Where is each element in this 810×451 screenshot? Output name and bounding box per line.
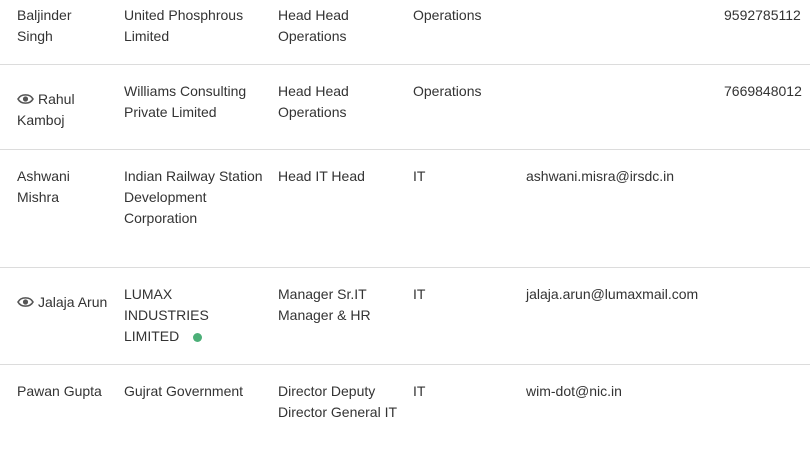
email-link[interactable]: wim-dot@nic.in [526,383,622,399]
job-title: Head IT Head [278,166,398,187]
table-row[interactable]: Baljinder Singh United Phosphrous Limite… [0,0,810,65]
contact-name-text: Jalaja Arun [38,294,108,310]
department-text: IT [413,168,426,184]
company-name: LUMAX INDUSTRIES LIMITED [124,284,220,347]
department: Operations [413,5,513,26]
phone: 7669848012 [724,81,810,102]
email-link[interactable]: jalaja.arun@lumaxmail.com [526,286,698,302]
company-name: Williams Consulting Private Limited [124,81,264,123]
job-title-text: Head Head Operations [278,83,349,120]
department-text: IT [413,383,426,399]
contact-name[interactable]: Baljinder Singh [17,5,109,47]
company-name-text: Indian Railway Station Development Corpo… [124,168,263,226]
job-title-text: Manager Sr.IT Manager & HR [278,286,371,323]
status-dot [193,333,203,342]
table-row[interactable]: Jalaja Arun LUMAX INDUSTRIES LIMITED Man… [0,268,810,365]
job-title: Head Head Operations [278,81,398,123]
company-name-text: United Phosphrous Limited [124,7,244,44]
contact-name[interactable]: Jalaja Arun [17,292,109,313]
contact-name[interactable]: Rahul Kamboj [17,89,109,131]
department: Operations [413,81,513,102]
job-title: Director Deputy Director General IT [278,381,398,423]
email[interactable]: wim-dot@nic.in [526,381,716,402]
company-name: Indian Railway Station Development Corpo… [124,166,264,229]
contact-name-text: Pawan Gupta [17,383,102,399]
contact-name-text: Ashwani Mishra [17,168,70,205]
email[interactable]: ashwani.misra@irsdc.in [526,166,716,187]
eye-icon[interactable] [17,293,34,307]
contact-name[interactable]: Pawan Gupta [17,381,109,402]
department: IT [413,284,513,305]
table-row[interactable]: Ashwani Mishra Indian Railway Station De… [0,150,810,268]
phone-text: 9592785112 [724,7,801,23]
job-title: Manager Sr.IT Manager & HR [278,284,398,326]
phone: 9592785112 [724,5,810,26]
job-title-text: Director Deputy Director General IT [278,383,398,420]
department: IT [413,166,513,187]
company-name-text: Williams Consulting Private Limited [124,83,247,120]
department-text: Operations [413,7,482,23]
table-row[interactable]: Pawan Gupta Gujrat Government Director D… [0,365,810,451]
department-text: IT [413,286,426,302]
email[interactable]: jalaja.arun@lumaxmail.com [526,284,716,305]
company-name-text: Gujrat Government [124,383,244,399]
email-link[interactable]: ashwani.misra@irsdc.in [526,168,674,184]
contact-name[interactable]: Ashwani Mishra [17,166,109,208]
job-title-text: Head Head Operations [278,7,349,44]
company-name: Gujrat Government [124,381,264,402]
phone-text: 7669848012 [724,83,802,99]
job-title-text: Head IT Head [278,168,365,184]
company-name: United Phosphrous Limited [124,5,264,47]
table-row[interactable]: Rahul Kamboj Williams Consulting Private… [0,65,810,150]
contact-name-text: Baljinder Singh [17,7,72,44]
department: IT [413,381,513,402]
job-title: Head Head Operations [278,5,398,47]
eye-icon[interactable] [17,90,34,104]
department-text: Operations [413,83,482,99]
